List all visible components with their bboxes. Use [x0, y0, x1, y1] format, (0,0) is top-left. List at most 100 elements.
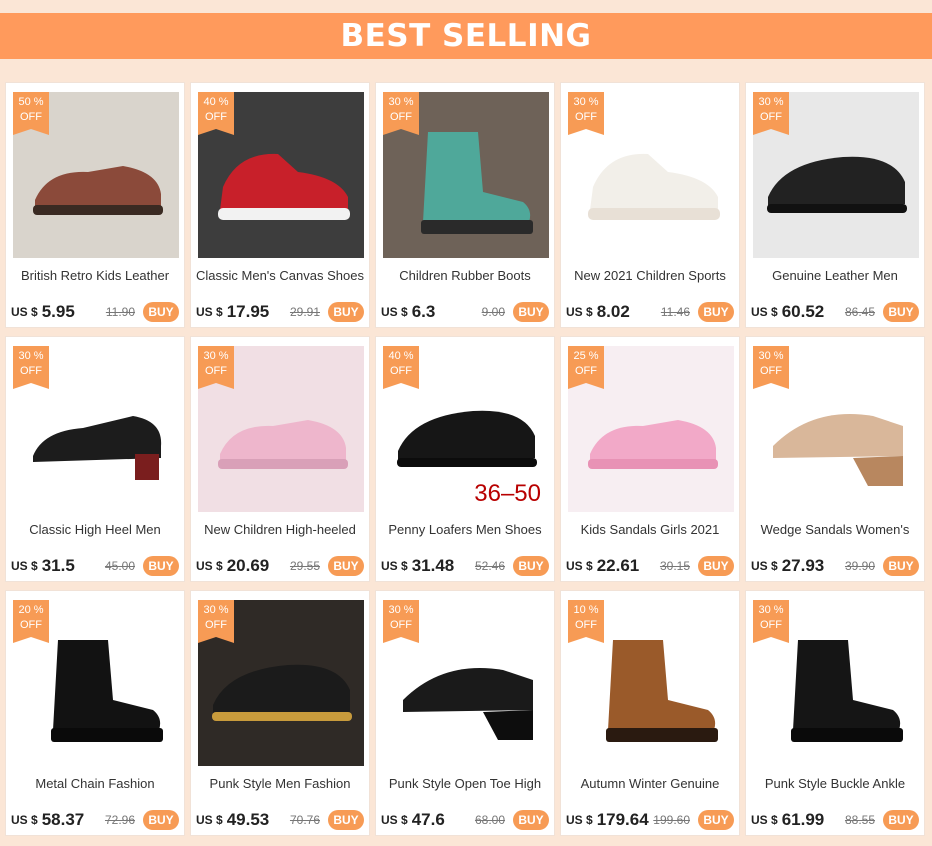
product-name[interactable]: Genuine Leather Men — [750, 268, 920, 283]
discount-off-label: OFF — [205, 111, 227, 123]
size-range-overlay: 36–50 — [474, 480, 541, 507]
buy-button[interactable]: BUY — [698, 302, 734, 322]
sale-price: 49.53 — [226, 810, 270, 829]
price-row: US $ 47.6 68.00 BUY — [381, 809, 549, 831]
product-name[interactable]: New 2021 Children Sports — [565, 268, 735, 283]
currency-label: US $ — [196, 559, 223, 573]
product-card[interactable]: 30 % OFF Children Rubber Boots US $ 6.3 … — [375, 82, 555, 328]
discount-off-label: OFF — [390, 619, 412, 631]
buy-button[interactable]: BUY — [513, 556, 549, 576]
product-name[interactable]: Metal Chain Fashion — [10, 776, 180, 791]
buy-button[interactable]: BUY — [328, 302, 364, 322]
original-price: 199.60 — [653, 813, 690, 827]
discount-off-label: OFF — [20, 111, 42, 123]
sale-price: 6.3 — [411, 302, 436, 321]
product-name[interactable]: Wedge Sandals Women's — [750, 522, 920, 537]
discount-badge: 25 % OFF — [568, 346, 604, 389]
buy-button[interactable]: BUY — [328, 556, 364, 576]
sale-price: 17.95 — [226, 302, 270, 321]
product-name[interactable]: Punk Style Men Fashion — [195, 776, 365, 791]
currency-label: US $ — [11, 559, 38, 573]
currency-label: US $ — [566, 559, 593, 573]
buy-button[interactable]: BUY — [328, 810, 364, 830]
sale-price: 20.69 — [226, 556, 270, 575]
currency-label: US $ — [751, 305, 778, 319]
buy-button[interactable]: BUY — [698, 556, 734, 576]
buy-button[interactable]: BUY — [883, 556, 919, 576]
price-row: US $ 60.52 86.45 BUY — [751, 301, 919, 323]
price-row: US $ 6.3 9.00 BUY — [381, 301, 549, 323]
sale-price: 61.99 — [781, 810, 825, 829]
buy-button[interactable]: BUY — [883, 302, 919, 322]
product-card[interactable]: 20 % OFF Metal Chain Fashion US $ 58.37 … — [5, 590, 185, 836]
original-price: 11.46 — [660, 305, 690, 319]
price-row: US $ 17.95 29.91 BUY — [196, 301, 364, 323]
product-name[interactable]: Children Rubber Boots — [380, 268, 550, 283]
original-price: 86.45 — [844, 305, 875, 319]
product-name[interactable]: Autumn Winter Genuine — [565, 776, 735, 791]
product-name[interactable]: Kids Sandals Girls 2021 — [565, 522, 735, 537]
buy-button[interactable]: BUY — [143, 556, 179, 576]
product-name[interactable]: Classic Men's Canvas Shoes — [195, 268, 365, 283]
currency-label: US $ — [751, 813, 778, 827]
buy-button[interactable]: BUY — [143, 810, 179, 830]
product-name[interactable]: Punk Style Open Toe High — [380, 776, 550, 791]
product-name[interactable]: Penny Loafers Men Shoes — [380, 522, 550, 537]
currency-label: US $ — [751, 559, 778, 573]
buy-button[interactable]: BUY — [698, 810, 734, 830]
price-row: US $ 5.95 11.90 BUY — [11, 301, 179, 323]
currency-label: US $ — [566, 305, 593, 319]
discount-badge: 30 % OFF — [753, 346, 789, 389]
product-name[interactable]: British Retro Kids Leather — [10, 268, 180, 283]
product-name[interactable]: New Children High-heeled — [195, 522, 365, 537]
discount-off-label: OFF — [20, 619, 42, 631]
original-price: 52.46 — [474, 559, 505, 573]
product-card[interactable]: 50 % OFF British Retro Kids Leather US $… — [5, 82, 185, 328]
sale-price: 179.64 — [596, 810, 649, 829]
product-card[interactable]: 30 % OFF New Children High-heeled US $ 2… — [190, 336, 370, 582]
price-row: US $ 8.02 11.46 BUY — [566, 301, 734, 323]
buy-button[interactable]: BUY — [513, 810, 549, 830]
product-card[interactable]: 30 % OFF Punk Style Open Toe High US $ 4… — [375, 590, 555, 836]
product-name[interactable]: Classic High Heel Men — [10, 522, 180, 537]
product-card[interactable]: 30 % OFF New 2021 Children Sports US $ 8… — [560, 82, 740, 328]
discount-badge: 30 % OFF — [753, 600, 789, 643]
product-card[interactable]: 30 % OFF Punk Style Buckle Ankle US $ 61… — [745, 590, 925, 836]
discount-badge: 50 % OFF — [13, 92, 49, 135]
buy-button[interactable]: BUY — [513, 302, 549, 322]
discount-badge: 30 % OFF — [13, 346, 49, 389]
product-card[interactable]: 40 % OFF Classic Men's Canvas Shoes US $… — [190, 82, 370, 328]
discount-value: 30 % — [388, 604, 414, 616]
price-row: US $ 31.48 52.46 BUY — [381, 555, 549, 577]
product-card[interactable]: 30 % OFF Classic High Heel Men US $ 31.5… — [5, 336, 185, 582]
buy-button[interactable]: BUY — [143, 302, 179, 322]
product-name[interactable]: Punk Style Buckle Ankle — [750, 776, 920, 791]
price-row: US $ 49.53 70.76 BUY — [196, 809, 364, 831]
product-card[interactable]: 25 % OFF Kids Sandals Girls 2021 US $ 22… — [560, 336, 740, 582]
discount-badge: 10 % OFF — [568, 600, 604, 643]
discount-badge: 30 % OFF — [753, 92, 789, 135]
original-price: 9.00 — [481, 305, 505, 319]
discount-value: 30 % — [758, 604, 784, 616]
product-card[interactable]: 30 % OFF Genuine Leather Men US $ 60.52 … — [745, 82, 925, 328]
original-price: 45.00 — [104, 559, 135, 573]
product-card[interactable]: 30 % OFF Punk Style Men Fashion US $ 49.… — [190, 590, 370, 836]
original-price: 70.76 — [289, 813, 320, 827]
banner-title: BEST SELLING — [340, 18, 592, 54]
discount-badge: 20 % OFF — [13, 600, 49, 643]
discount-value: 10 % — [573, 604, 599, 616]
discount-off-label: OFF — [390, 111, 412, 123]
price-row: US $ 27.93 39.90 BUY — [751, 555, 919, 577]
sale-price: 58.37 — [41, 810, 85, 829]
product-card[interactable]: 36–50 40 % OFF Penny Loafers Men Shoes U… — [375, 336, 555, 582]
currency-label: US $ — [196, 813, 223, 827]
sale-price: 60.52 — [781, 302, 825, 321]
discount-off-label: OFF — [760, 619, 782, 631]
price-row: US $ 58.37 72.96 BUY — [11, 809, 179, 831]
buy-button[interactable]: BUY — [883, 810, 919, 830]
product-card[interactable]: 10 % OFF Autumn Winter Genuine US $ 179.… — [560, 590, 740, 836]
discount-value: 30 % — [203, 604, 229, 616]
product-card[interactable]: 30 % OFF Wedge Sandals Women's US $ 27.9… — [745, 336, 925, 582]
discount-value: 25 % — [573, 350, 599, 362]
discount-badge: 30 % OFF — [568, 92, 604, 135]
